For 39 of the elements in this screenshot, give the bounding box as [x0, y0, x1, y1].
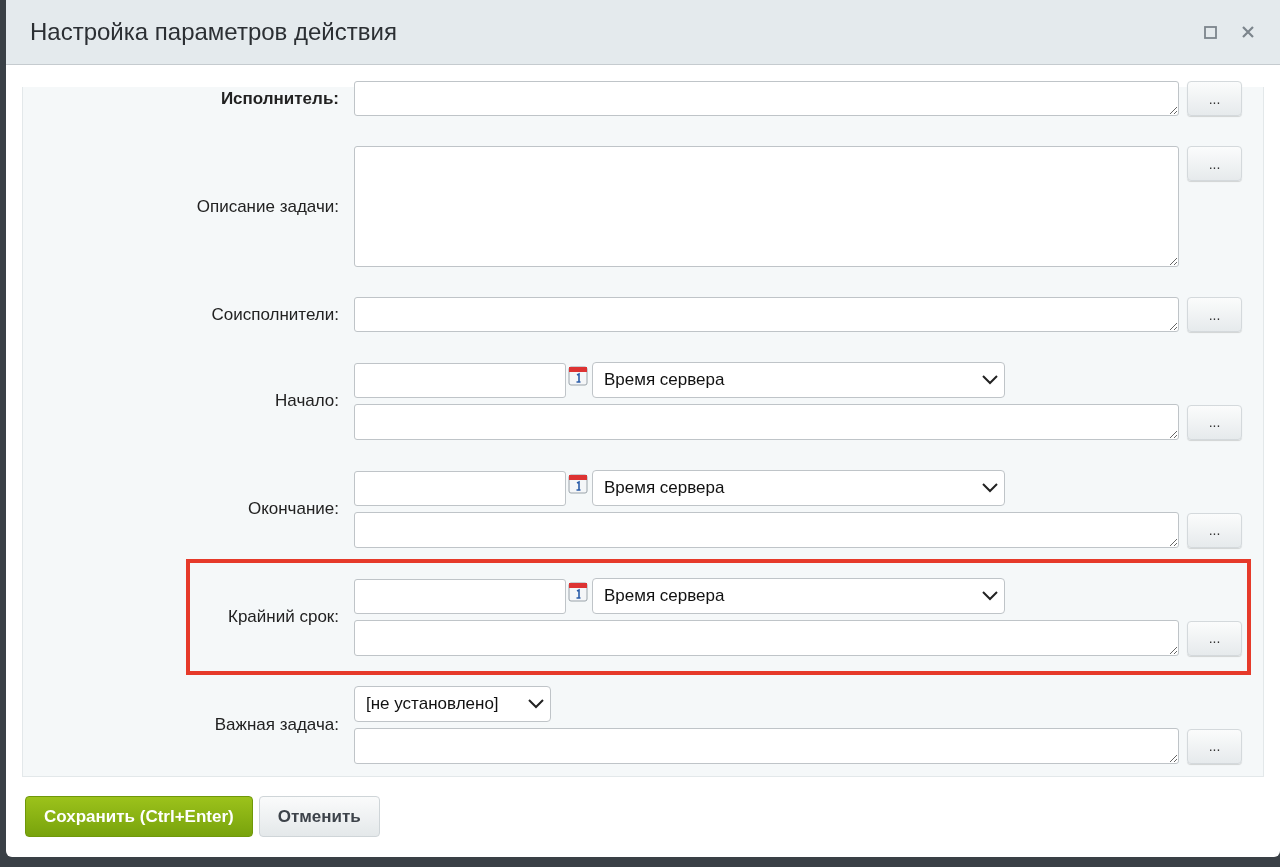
window-title: Настройка параметров действия — [30, 18, 398, 46]
close-icon[interactable] — [1240, 24, 1256, 40]
field-label: Окончание: — [246, 499, 340, 519]
text-area[interactable] — [354, 146, 1179, 267]
timezone-select[interactable]: Время сервера — [592, 362, 1005, 398]
importance-select[interactable]: [не установлено] — [354, 686, 551, 722]
timezone-select[interactable]: Время сервера — [592, 578, 1005, 614]
chevron-down-icon — [982, 483, 998, 493]
field-label: Исполнитель: — [219, 88, 340, 109]
chevron-down-icon — [982, 375, 998, 385]
ellipsis-button[interactable]: ... — [1187, 728, 1242, 764]
timezone-select[interactable]: Время сервера — [592, 470, 1005, 506]
chevron-down-icon — [982, 591, 998, 601]
date-field[interactable] — [354, 470, 566, 506]
calendar-icon[interactable] — [568, 474, 588, 494]
ellipsis-button[interactable]: ... — [1187, 512, 1242, 548]
text-field[interactable] — [354, 728, 1179, 764]
text-field[interactable] — [354, 81, 1179, 116]
calendar-icon[interactable] — [568, 582, 588, 602]
text-field[interactable] — [354, 404, 1179, 440]
text-field[interactable] — [354, 297, 1179, 332]
ellipsis-button[interactable]: ... — [1187, 81, 1242, 116]
text-field[interactable] — [354, 620, 1179, 656]
ellipsis-button[interactable]: ... — [1187, 404, 1242, 440]
field-label: Соисполнители: — [210, 304, 340, 325]
maximize-icon[interactable] — [1202, 24, 1218, 40]
cancel-button[interactable]: Отменить — [258, 796, 380, 837]
field-label: Начало: — [274, 391, 340, 411]
date-field[interactable] — [354, 578, 566, 614]
field-label: Крайний срок: — [227, 607, 340, 627]
field-label: Описание задачи: — [195, 196, 340, 217]
ellipsis-button[interactable]: ... — [1187, 620, 1242, 656]
date-field[interactable] — [354, 362, 566, 398]
field-label: Важная задача: — [213, 715, 340, 735]
ellipsis-button[interactable]: ... — [1187, 146, 1242, 181]
chevron-down-icon — [528, 699, 544, 709]
text-field[interactable] — [354, 512, 1179, 548]
calendar-icon[interactable] — [568, 366, 588, 386]
ellipsis-button[interactable]: ... — [1187, 297, 1242, 332]
